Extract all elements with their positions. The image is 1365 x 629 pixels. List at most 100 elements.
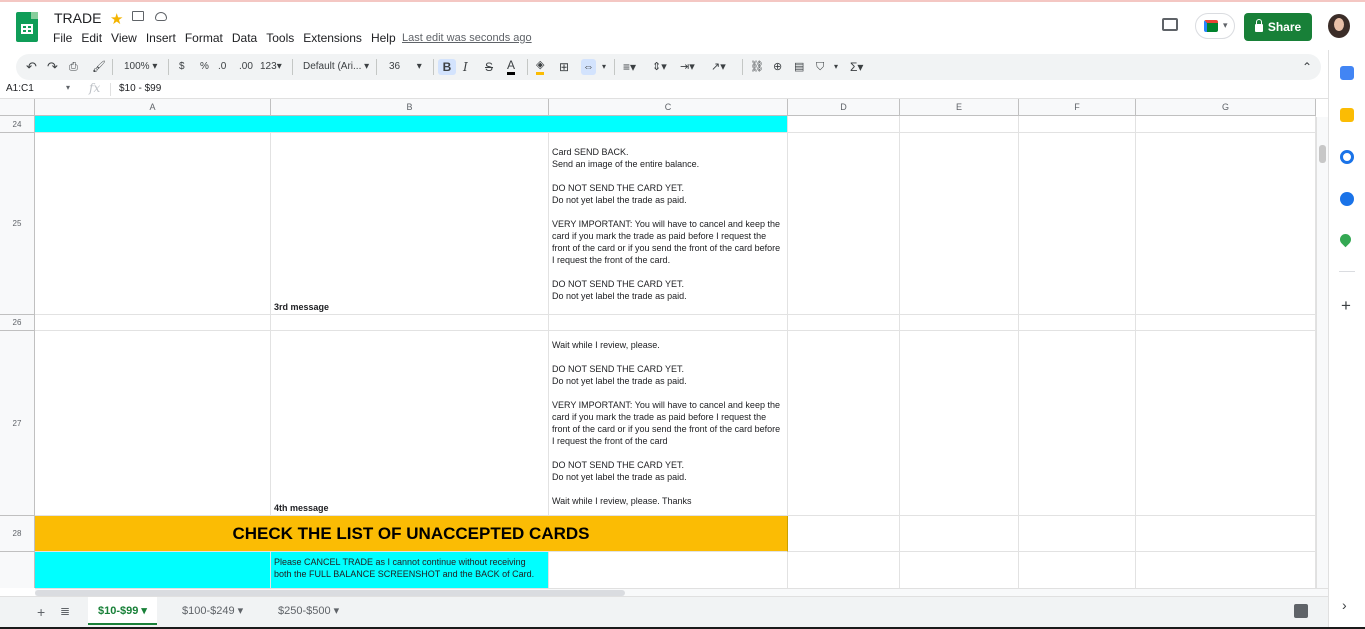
name-box[interactable]: A1:C1 [6, 83, 34, 94]
cell-d26[interactable] [788, 315, 900, 331]
cell-g29[interactable] [1136, 552, 1316, 588]
fill-color-icon[interactable]: ◈ [536, 59, 545, 75]
borders-icon[interactable]: ⊞ [559, 59, 569, 75]
tab-250-500[interactable]: $250-$500 ▾ [268, 597, 349, 625]
undo-icon[interactable]: ↶ [26, 59, 37, 75]
avatar[interactable] [1328, 14, 1350, 38]
cell-b26[interactable] [271, 315, 549, 331]
row-header-25[interactable]: 25 [0, 133, 35, 315]
cell-g27[interactable] [1136, 331, 1316, 516]
comment-icon[interactable]: ⊕ [773, 59, 782, 75]
strikethrough-button[interactable]: S [485, 59, 493, 75]
menu-file[interactable]: File [53, 31, 77, 45]
column-header-d[interactable]: D [788, 99, 900, 116]
vertical-align-icon[interactable]: ⇕▾ [652, 59, 667, 75]
text-wrap-icon[interactable]: ⇥▾ [680, 59, 695, 75]
menu-data[interactable]: Data [232, 31, 262, 45]
cell-e28[interactable] [900, 516, 1019, 552]
move-folder-icon[interactable] [132, 11, 144, 21]
document-title[interactable]: TRADE [54, 10, 101, 26]
horizontal-align-icon[interactable]: ≡▾ [623, 59, 636, 75]
column-header-b[interactable]: B [271, 99, 549, 116]
spreadsheet-grid[interactable]: A B C D E F G 24 25 3rd message Card SEN… [0, 99, 1328, 588]
add-sheet-icon[interactable]: + [37, 604, 45, 620]
collapse-toolbar-icon[interactable]: ⌃ [1302, 59, 1312, 75]
cell-a29[interactable] [35, 552, 271, 588]
cell-a27[interactable] [35, 331, 271, 516]
currency-button[interactable]: $ [179, 59, 185, 75]
increase-decimal-button[interactable]: .00 [239, 59, 253, 75]
column-header-a[interactable]: A [35, 99, 271, 116]
column-header-c[interactable]: C [549, 99, 788, 116]
chevron-right-icon[interactable]: › [1342, 597, 1347, 613]
cell-d29[interactable] [788, 552, 900, 588]
text-color-button[interactable]: A [507, 59, 516, 75]
scroll-thumb[interactable] [1319, 145, 1326, 163]
cell-row24-abc[interactable] [35, 116, 788, 133]
menu-insert[interactable]: Insert [146, 31, 181, 45]
menu-view[interactable]: View [111, 31, 142, 45]
cell-e25[interactable] [900, 133, 1019, 315]
redo-icon[interactable]: ↷ [47, 59, 58, 75]
chevron-down-icon[interactable]: ▾ [834, 59, 838, 75]
cell-c29[interactable] [549, 552, 788, 588]
row-header-26[interactable]: 26 [0, 315, 35, 331]
tasks-icon[interactable] [1340, 150, 1354, 164]
sheets-logo-icon[interactable] [16, 12, 38, 42]
formula-input[interactable]: $10 - $99 [119, 83, 161, 94]
star-icon[interactable]: ★ [110, 10, 123, 28]
italic-button[interactable]: I [463, 59, 468, 75]
explore-icon[interactable] [1294, 604, 1308, 618]
bold-button[interactable]: B [438, 59, 456, 75]
row-header-24[interactable]: 24 [0, 116, 35, 133]
menu-edit[interactable]: Edit [81, 31, 107, 45]
cell-g26[interactable] [1136, 315, 1316, 331]
filter-icon[interactable]: ⛉ [816, 59, 824, 75]
link-icon[interactable]: ⛓ [750, 59, 764, 75]
cell-f25[interactable] [1019, 133, 1136, 315]
cell-g25[interactable] [1136, 133, 1316, 315]
keep-icon[interactable] [1340, 108, 1354, 122]
vertical-scrollbar[interactable] [1316, 117, 1328, 588]
chevron-down-icon[interactable]: ▾ [66, 83, 70, 92]
cell-e26[interactable] [900, 315, 1019, 331]
column-header-e[interactable]: E [900, 99, 1019, 116]
horizontal-scrollbar[interactable] [35, 588, 1328, 596]
add-addon-icon[interactable]: + [1341, 296, 1351, 316]
column-header-f[interactable]: F [1019, 99, 1136, 116]
cell-b25[interactable]: 3rd message [271, 133, 549, 315]
decrease-decimal-button[interactable]: .0 [218, 59, 226, 75]
contacts-icon[interactable] [1340, 192, 1354, 206]
calendar-icon[interactable] [1340, 66, 1354, 80]
cell-b29[interactable]: Please CANCEL TRADE as I cannot continue… [271, 552, 549, 588]
cell-a25[interactable] [35, 133, 271, 315]
comment-history-icon[interactable] [1162, 18, 1178, 31]
cell-c26[interactable] [549, 315, 788, 331]
cell-d27[interactable] [788, 331, 900, 516]
cell-d25[interactable] [788, 133, 900, 315]
share-button[interactable]: Share [1244, 13, 1312, 41]
cell-c25[interactable]: Card SEND BACK. Send an image of the ent… [549, 133, 788, 315]
cell-f28[interactable] [1019, 516, 1136, 552]
row-header-28[interactable]: 28 [0, 516, 35, 552]
chevron-down-icon[interactable]: ▾ [602, 59, 606, 75]
column-header-g[interactable]: G [1136, 99, 1316, 116]
cell-g28[interactable] [1136, 516, 1316, 552]
maps-icon[interactable] [1337, 231, 1354, 248]
merge-cells-icon[interactable]: ⇔ [581, 59, 596, 75]
cell-d28[interactable] [788, 516, 900, 552]
print-icon[interactable]: ⎙ [69, 59, 78, 75]
all-sheets-icon[interactable]: ≣ [60, 604, 70, 618]
cell-row28-merged[interactable]: CHECK THE LIST OF UNACCEPTED CARDS [35, 516, 788, 552]
chart-icon[interactable]: ▤ [794, 59, 804, 75]
cell-g24[interactable] [1136, 116, 1316, 133]
cell-d24[interactable] [788, 116, 900, 133]
functions-icon[interactable]: Σ▾ [850, 59, 863, 75]
cell-f27[interactable] [1019, 331, 1136, 516]
cell-e24[interactable] [900, 116, 1019, 133]
text-rotation-icon[interactable]: ↗▾ [711, 59, 726, 75]
cell-e27[interactable] [900, 331, 1019, 516]
tab-10-99[interactable]: $10-$99 ▾ [88, 597, 157, 625]
percent-button[interactable]: % [200, 59, 209, 75]
meet-button[interactable]: ▾ [1195, 13, 1235, 39]
